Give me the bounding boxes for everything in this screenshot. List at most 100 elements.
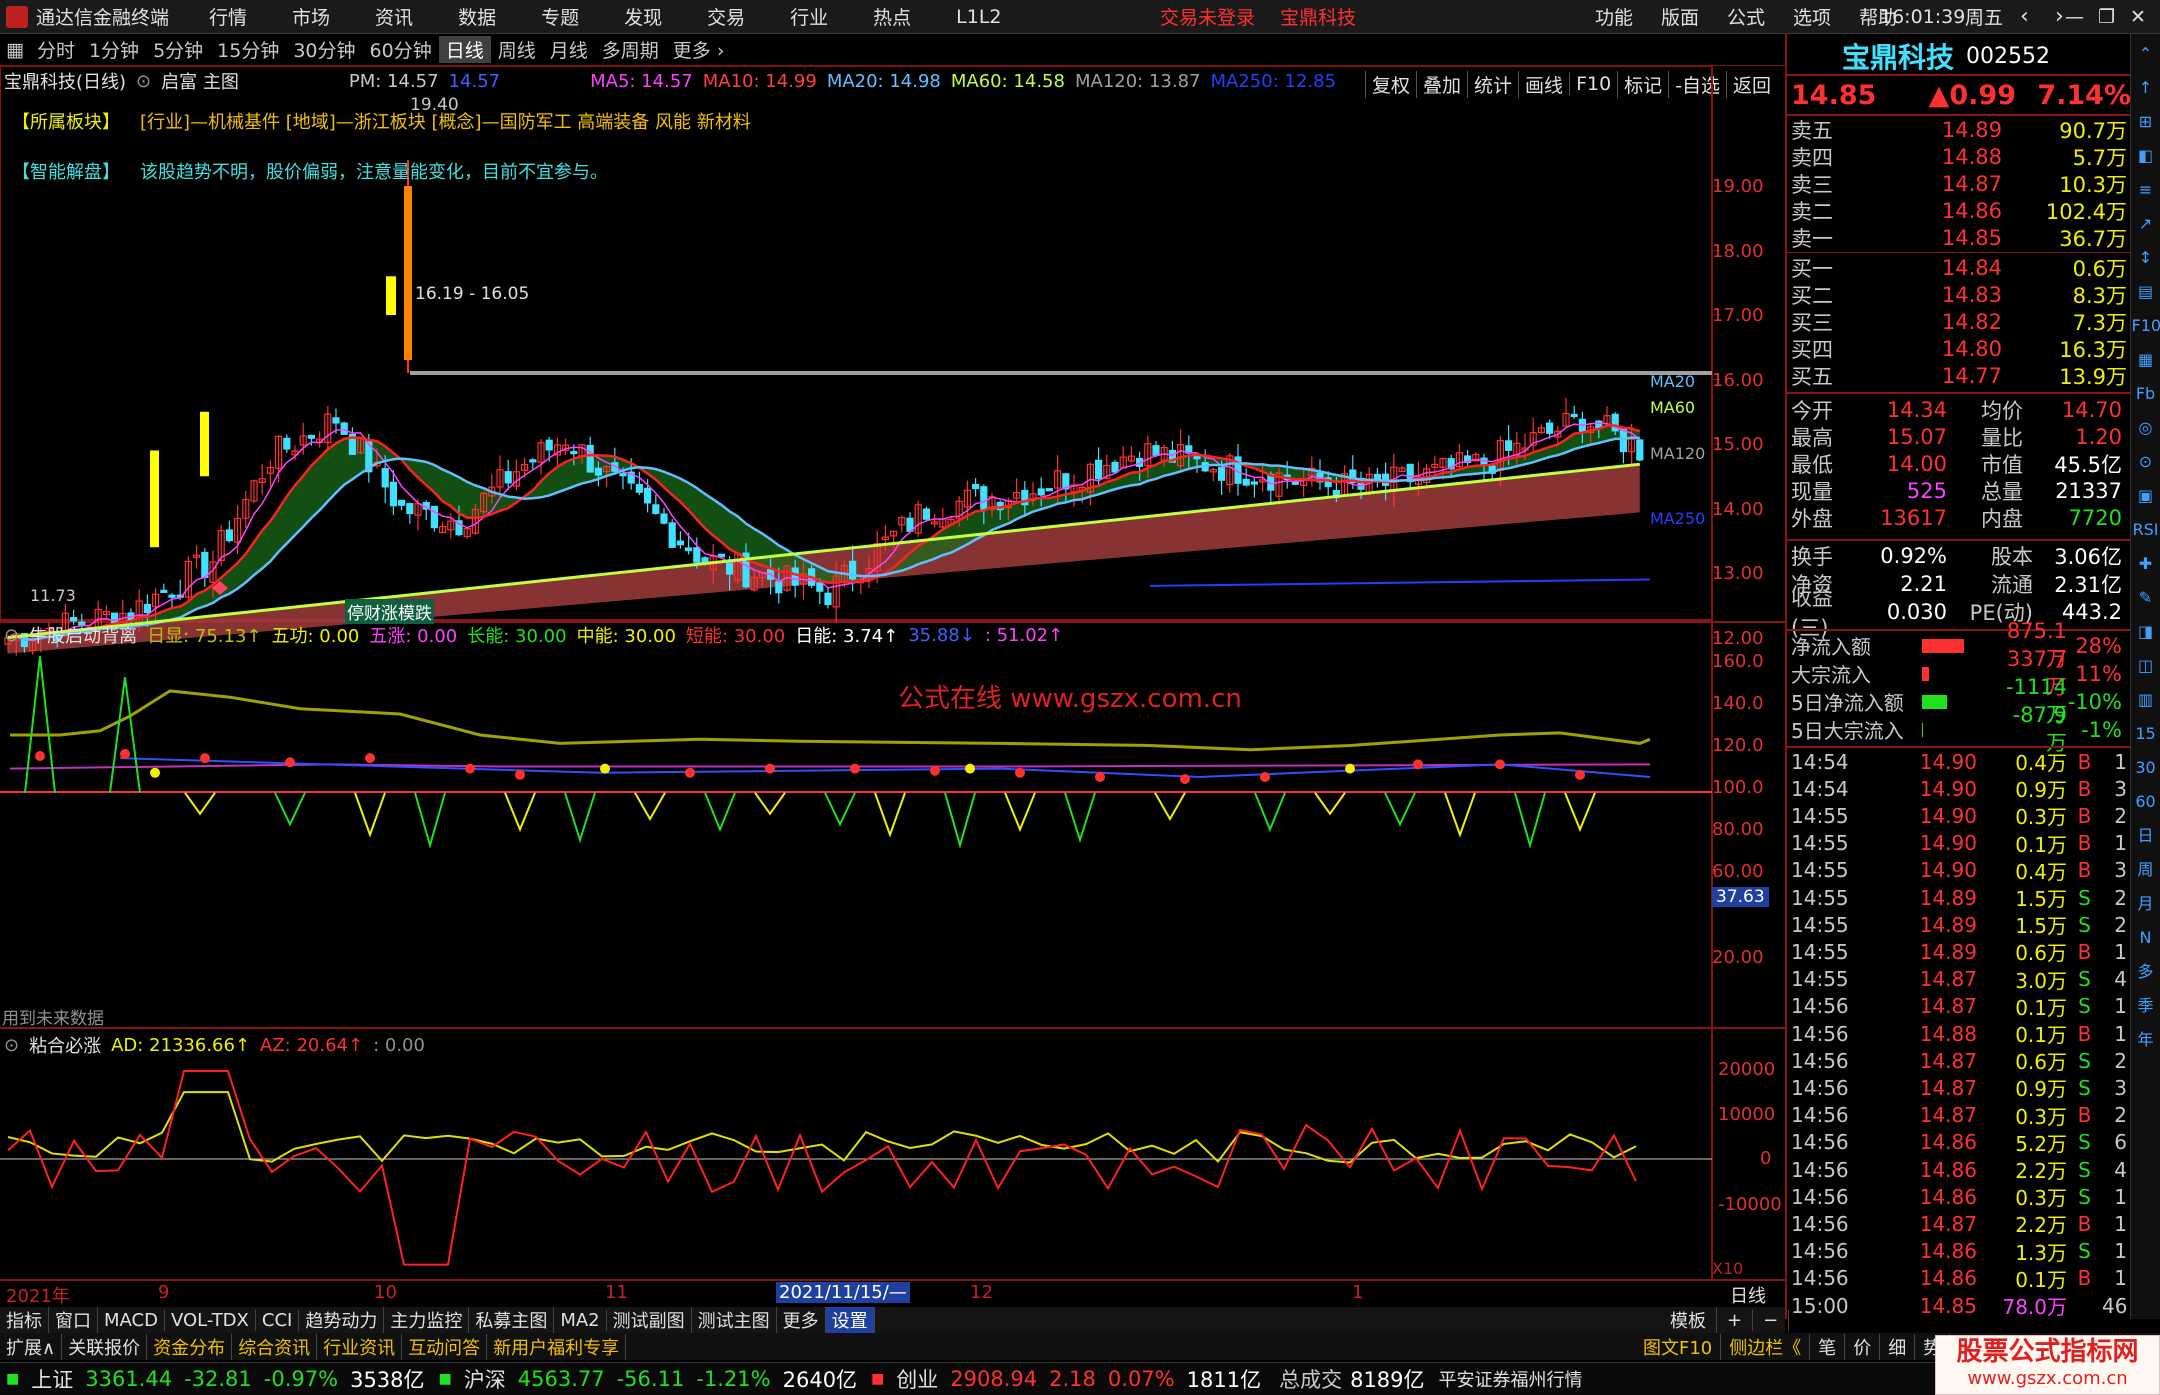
index-1[interactable]: ■ 沪深 4563.77 -56.11 -1.21% 2640亿 (439, 1364, 858, 1394)
tick-row[interactable]: 14:56 14.87 0.6万 S 2 (1787, 1047, 2132, 1075)
tab-right-0[interactable]: 模板 (1660, 1307, 1717, 1333)
side-tool-icon-19[interactable]: ▥ (2132, 686, 2160, 714)
menu-item-0[interactable]: 行情 (209, 3, 247, 30)
login-status[interactable]: 交易未登录 (1160, 3, 1255, 30)
sub1-toggle-icon[interactable]: ⊙ (4, 625, 19, 646)
ask-row-3[interactable]: 卖二 14.86 102.4万 (1787, 197, 2127, 224)
formula-toggle-icon[interactable]: ⊙ (136, 71, 151, 92)
tick-row[interactable]: 14:56 14.87 0.3万 B 2 (1787, 1102, 2132, 1129)
index-2[interactable]: ■ 创业 2908.94 2.18 0.07% 1811亿 (871, 1364, 1261, 1394)
tab-right-2[interactable]: − (1753, 1309, 1790, 1331)
ask-row-1[interactable]: 卖四 14.88 5.7万 (1787, 143, 2127, 170)
indicator-tab-3[interactable]: VOL-TDX (165, 1309, 256, 1331)
tick-row[interactable]: 14:56 14.86 0.3万 S 1 (1787, 1183, 2132, 1211)
tick-row[interactable]: 14:55 14.89 1.5万 S 2 (1787, 911, 2132, 939)
side-tool-icon-6[interactable]: ↕ (2132, 244, 2160, 272)
indicator-tab-2[interactable]: MACD (98, 1309, 165, 1331)
tick-row[interactable]: 14:56 14.86 2.2万 S 4 (1787, 1156, 2132, 1184)
indicator-tab-10[interactable]: 测试主图 (692, 1307, 777, 1333)
side-tool-icon-3[interactable]: ◧ (2132, 142, 2160, 170)
side-tool-icon-20[interactable]: 15 (2132, 720, 2160, 748)
bottom-right-1[interactable]: 侧边栏《 (1721, 1333, 1811, 1360)
right-menu-item-3[interactable]: 选项 (1793, 3, 1831, 30)
side-tool-icon-11[interactable]: ◎ (2132, 414, 2160, 442)
indicator-tab-0[interactable]: 指标 (0, 1307, 49, 1333)
bid-row-3[interactable]: 买四 14.80 16.3万 (1787, 335, 2127, 362)
period-tab-9[interactable]: 多周期 (595, 36, 666, 63)
bid-row-0[interactable]: 买一 14.84 0.6万 (1787, 254, 2127, 281)
menu-item-2[interactable]: 资讯 (375, 3, 413, 30)
tick-row[interactable]: 14:56 14.86 1.3万 S 1 (1787, 1238, 2132, 1265)
close-icon[interactable]: ✕ (2130, 6, 2146, 28)
side-tool-icon-7[interactable]: ▤ (2132, 278, 2160, 306)
main-chart-panel[interactable]: 宝鼎科技(日线) ⊙ 启富 主图 PM: 14.57 14.57 MA5: 14… (0, 66, 1785, 1307)
menu-item-6[interactable]: 交易 (707, 3, 745, 30)
indicator-tab-9[interactable]: 测试副图 (607, 1307, 692, 1333)
indicator-tab-11[interactable]: 更多 (777, 1307, 826, 1333)
tick-row[interactable]: 14:56 14.87 0.1万 S 1 (1787, 993, 2132, 1020)
tick-row[interactable]: 14:54 14.90 0.9万 B 3 (1787, 775, 2132, 803)
right-menu-item-2[interactable]: 公式 (1727, 3, 1765, 30)
side-tool-icon-16[interactable]: ✎ (2132, 584, 2160, 612)
sub1-title[interactable]: 牛股启动背离 (29, 622, 137, 648)
tick-list[interactable]: 14:54 14.90 0.4万 B 1 14:54 14.90 0.9万 B 3 14:55 14.… (1787, 748, 2132, 1320)
bottom-link-4[interactable]: 行业资讯 (317, 1333, 403, 1360)
tick-row[interactable]: 14:56 14.88 0.1万 B 1 (1787, 1020, 2132, 1048)
bottom-link-3[interactable]: 综合资讯 (232, 1333, 318, 1360)
side-tool-icon-26[interactable]: N (2132, 924, 2160, 952)
bottom-link-5[interactable]: 互动问答 (402, 1333, 488, 1360)
side-tool-icon-15[interactable]: ✚ (2132, 550, 2160, 578)
period-grid-icon[interactable]: ▦ (0, 39, 30, 61)
side-tool-icon-27[interactable]: 多 (2132, 958, 2160, 986)
indicator-tab-12[interactable]: 设置 (825, 1307, 875, 1333)
period-tab-4[interactable]: 30分钟 (286, 36, 362, 63)
side-tool-icon-22[interactable]: 60 (2132, 788, 2160, 816)
right-menu-item-0[interactable]: 功能 (1595, 3, 1633, 30)
period-tab-3[interactable]: 15分钟 (210, 36, 286, 63)
indicator-tab-1[interactable]: 窗口 (49, 1307, 98, 1333)
indicator-tab-5[interactable]: 趋势动力 (299, 1307, 385, 1333)
bottom-link-6[interactable]: 新用户福利专享 (487, 1333, 627, 1360)
side-tool-icon-28[interactable]: 季 (2132, 992, 2160, 1020)
tick-row[interactable]: 14:55 14.89 0.6万 B 1 (1787, 938, 2132, 966)
side-tool-icon-9[interactable]: ▦ (2132, 346, 2160, 374)
tick-row[interactable]: 14:55 14.90 0.3万 B 2 (1787, 802, 2132, 830)
side-tool-icon-5[interactable]: ↗ (2132, 210, 2160, 238)
tick-row[interactable]: 15:00 14.85 78.0万 46 (1787, 1292, 2132, 1320)
menu-item-8[interactable]: 热点 (873, 3, 911, 30)
bottom-link-0[interactable]: 扩展∧ (0, 1333, 63, 1360)
side-tool-icon-25[interactable]: 月 (2132, 890, 2160, 918)
period-tab-8[interactable]: 月线 (543, 36, 595, 63)
side-tool-icon-14[interactable]: RSI (2132, 516, 2160, 544)
tick-row[interactable]: 14:56 14.87 2.2万 B 1 (1787, 1210, 2132, 1238)
side-tool-icon-4[interactable]: ≡ (2132, 176, 2160, 204)
tick-row[interactable]: 14:56 14.87 0.9万 S 3 (1787, 1074, 2132, 1102)
sub2-title[interactable]: 粘合必涨 (29, 1032, 101, 1058)
minimize-icon[interactable]: — (2065, 6, 2084, 28)
kline-chart[interactable] (0, 66, 1785, 1307)
indicator-tab-7[interactable]: 私募主图 (469, 1307, 555, 1333)
menu-item-4[interactable]: 专题 (541, 3, 579, 30)
tick-row[interactable]: 14:55 14.89 1.5万 S 2 (1787, 884, 2132, 912)
tick-row[interactable]: 14:55 14.90 0.4万 B 3 (1787, 857, 2132, 884)
side-tool-icon-29[interactable]: 年 (2132, 1026, 2160, 1054)
tick-row[interactable]: 14:55 14.87 3.0万 S 4 (1787, 966, 2132, 993)
side-tool-icon-2[interactable]: ⊞ (2132, 108, 2160, 136)
side-tool-icon-13[interactable]: ▣ (2132, 482, 2160, 510)
ask-row-0[interactable]: 卖五 14.89 90.7万 (1787, 116, 2127, 143)
right-menu-item-1[interactable]: 版面 (1661, 3, 1699, 30)
period-tab-2[interactable]: 5分钟 (146, 36, 210, 63)
side-tool-icon-21[interactable]: 30 (2132, 754, 2160, 782)
period-tab-1[interactable]: 1分钟 (82, 36, 146, 63)
period-tab-0[interactable]: 分时 (30, 36, 82, 63)
indicator-tab-4[interactable]: CCI (256, 1309, 300, 1331)
menu-item-9[interactable]: L1L2 (956, 6, 1001, 28)
tick-row[interactable]: 14:56 14.86 0.1万 B 1 (1787, 1265, 2132, 1292)
index-0[interactable]: ■ 上证 3361.44 -32.81 -0.97% 3538亿 (6, 1364, 425, 1394)
side-tool-icon-12[interactable]: ⊙ (2132, 448, 2160, 476)
menu-item-3[interactable]: 数据 (458, 3, 496, 30)
side-tool-icon-17[interactable]: ◨ (2132, 618, 2160, 646)
menu-item-5[interactable]: 发现 (624, 3, 662, 30)
side-tool-icon-10[interactable]: Fb (2132, 380, 2160, 408)
bottom-right-4[interactable]: 细 (1880, 1333, 1916, 1360)
